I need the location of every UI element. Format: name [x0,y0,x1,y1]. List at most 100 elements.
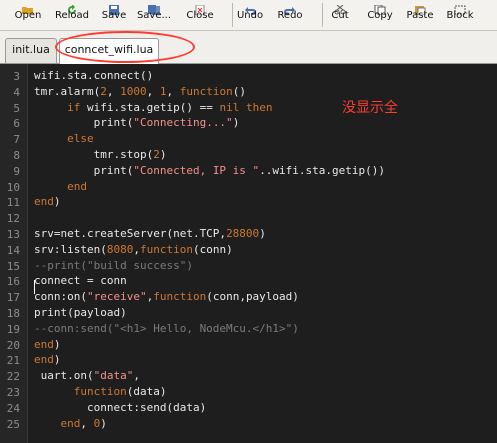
open-button[interactable]: Open [8,0,48,30]
code-token: ..wifi.sta.getip()) [259,163,386,177]
line-number: 7 [13,133,20,147]
code-line[interactable]: srv=net.createServer(net.TCP,28800) [34,226,266,242]
code-line[interactable]: tmr.stop(2) [34,147,167,163]
code-token: end [60,416,81,430]
code-line[interactable]: end [34,179,87,195]
code-line[interactable]: --conn:send("<h1> Hello, NodeMcu.</h1>") [34,321,299,337]
code-token: end [34,337,54,351]
code-token: end [34,195,54,209]
toolbar-separator [322,3,323,27]
code-line[interactable]: print("Connected, IP is "..wifi.sta.geti… [34,163,385,179]
redo-icon [283,0,297,15]
code-token: tmr.stop( [34,148,154,161]
text-caret [34,280,35,294]
line-number-gutter: 3 4 5 6 7 8 9 10 11 12 13 14 15 16 17 18 19 20 21 22 23 24 25 [0,64,28,443]
line-number: 20 [6,338,20,352]
code-token: end [67,179,87,193]
code-line[interactable]: function(data) [34,384,167,400]
reload-icon [65,0,79,14]
code-token: --conn:send("<h1> Hello, NodeMcu.</h1>") [34,321,299,335]
paste-button[interactable]: Paste [402,0,438,30]
block-button[interactable]: Block [442,0,478,30]
code-line[interactable]: uart.on("data", [34,368,140,384]
undo-icon [243,0,257,15]
code-token: srv:listen( [34,242,107,256]
line-number: 12 [6,212,20,226]
save-button[interactable]: Save [94,0,134,30]
code-token: ) [159,148,167,161]
code-token: print( [34,116,134,130]
code-line[interactable]: srv:listen(8080,function(conn) [34,242,233,258]
line-number: 18 [6,307,20,320]
line-number: 10 [6,180,20,194]
code-line[interactable]: if wifi.sta.getip() == nil then [34,100,272,116]
code-token: if [67,100,81,114]
code-line[interactable]: end) [34,194,61,210]
copy-icon [373,0,387,16]
code-token: else [67,132,94,146]
code-token: connect:send(data) [34,400,207,414]
code-token: srv=net.createServer(net.TCP, [34,227,227,240]
copy-button[interactable]: Copy [360,0,400,30]
code-line[interactable]: conn:on("receive",function(conn,payload) [34,289,299,305]
toolbar-button-label: Cut [331,10,349,21]
code-token: uart.on( [34,369,94,383]
toolbar-button-label: Copy [367,10,393,21]
toolbar-button-label: Open [14,10,42,21]
toolbar-button-label: Save [101,10,127,21]
toolbar-button-label: Paste [406,10,434,21]
code-token: ) [53,337,61,351]
code-token: wifi.sta.getip() == [80,100,220,114]
save-button[interactable]: Save... [132,0,176,30]
cut-button[interactable]: Cut [322,0,358,30]
code-line[interactable]: print(payload) [34,305,127,321]
code-token: , [146,84,160,98]
code-line[interactable]: connect:send(data) [34,400,206,416]
close-button[interactable]: Close [182,0,218,30]
reload-button[interactable]: Reload [49,0,95,30]
code-token: () [232,84,246,98]
code-line[interactable]: end) [34,337,61,353]
code-token: "Connecting..." [133,116,233,130]
line-number: 6 [13,117,20,131]
tab-init-lua[interactable]: init.lua [5,38,57,63]
code-line[interactable]: connect = conn [34,273,127,289]
scissors-icon [333,0,347,15]
toolbar-button-label: Close [186,10,214,21]
code-token: function [139,242,193,256]
code-token: tmr.alarm( [34,84,101,98]
line-number: 23 [6,386,20,399]
code-line[interactable]: --print("build success") [34,258,193,274]
code-token: 8080 [106,242,134,256]
code-line[interactable]: end) [34,352,61,368]
line-number: 16 [6,275,20,289]
code-line[interactable]: tmr.alarm(2, 1000, 1, function() [34,84,246,100]
floppy-multi-icon [147,0,161,15]
code-token: "Connected, IP is " [133,163,260,177]
code-token: , [106,84,121,98]
line-number: 3 [13,70,20,83]
code-token: connect = conn [34,274,127,288]
redo-button[interactable]: Redo [272,0,308,30]
line-number: 9 [13,164,20,178]
toolbar-separator [232,3,233,27]
code-line[interactable]: else [34,131,94,147]
code-token: 1000 [120,84,147,98]
toolbar: Open Reload Save Save... Close Undo Redo Cut Cop… [0,0,497,31]
code-token: ) [232,116,240,130]
code-token: print( [34,163,134,177]
code-editor[interactable]: 3 4 5 6 7 8 9 10 11 12 13 14 15 16 17 18 19 20 21 22 23 24 25 … [0,64,497,443]
code-line[interactable]: end, 0) [34,416,107,432]
undo-button[interactable]: Undo [230,0,270,30]
line-number: 25 [6,417,20,431]
code-line[interactable]: print("Connecting...") [34,115,240,131]
code-line[interactable]: wifi.sta.connect() [34,68,153,84]
code-token: then [245,100,273,114]
code-token: 2 [100,84,107,98]
annotation-text: 没显示全 [342,100,398,116]
code-token: "data" [93,369,134,383]
